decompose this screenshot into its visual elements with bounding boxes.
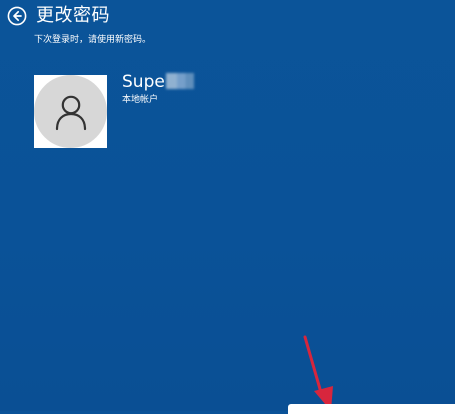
account-info: Supe 本地帐户	[122, 71, 194, 148]
annotation-arrow	[303, 335, 333, 411]
back-button[interactable]	[7, 6, 27, 26]
page-title: 更改密码	[36, 5, 110, 26]
back-arrow-icon	[7, 6, 27, 26]
account-card: Supe 本地帐户	[34, 72, 194, 148]
account-name: Supe	[122, 71, 194, 93]
avatar	[34, 75, 107, 148]
avatar-circle	[34, 75, 107, 148]
account-type: 本地帐户	[122, 95, 159, 105]
header: 更改密码	[7, 5, 110, 27]
account-name-text: Supe	[122, 72, 165, 92]
subtitle: 下次登录时，请使用新密码。	[34, 35, 152, 45]
next-button-edge[interactable]	[288, 404, 455, 414]
name-redaction-blur	[165, 73, 194, 89]
user-icon	[55, 95, 86, 130]
change-password-screen: 更改密码 下次登录时，请使用新密码。 Supe 本地帐户	[0, 0, 455, 414]
